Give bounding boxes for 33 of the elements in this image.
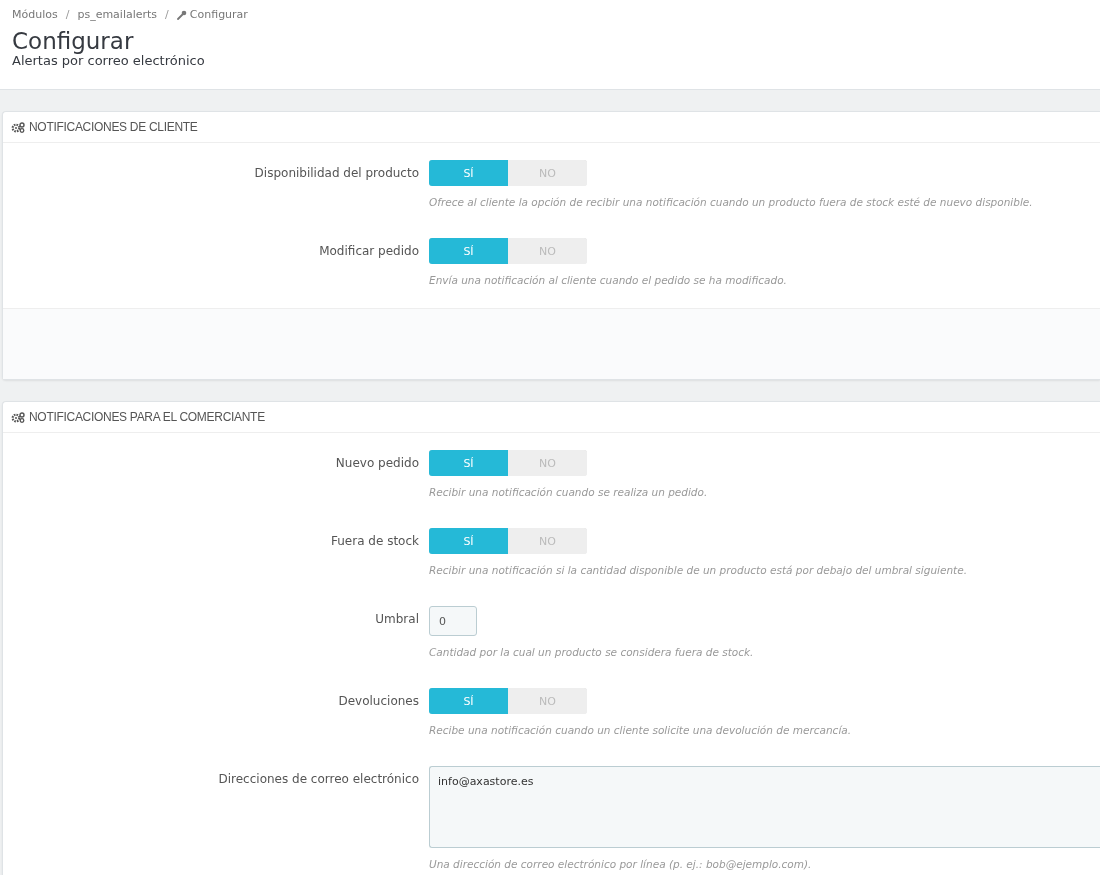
help-text: Una dirección de correo electrónico por línea (p. ej.: bob@ejemplo.com). <box>429 858 812 871</box>
breadcrumb-link[interactable]: Configurar <box>176 8 248 21</box>
breadcrumb-link[interactable]: ps_emailalerts <box>77 8 158 21</box>
breadcrumb-separator: / <box>65 8 70 21</box>
breadcrumb-separator: / <box>165 8 169 21</box>
page-title: Configurar <box>12 29 134 54</box>
help-text: Ofrece al cliente la opción de recibir una notificación cuando un producto fuera de stock esté de nuevo disponible. <box>429 196 1033 209</box>
help-text: Envía una notificación al cliente cuando el pedido se ha modificado. <box>429 274 787 287</box>
wrench-icon <box>176 9 187 20</box>
switch-option[interactable]: SÍ <box>429 160 508 187</box>
field-label: Nuevo pedido <box>334 455 419 471</box>
panel-title: NOTIFICACIONES PARA EL COMERCIANTE <box>29 410 265 425</box>
page-subtitle: Alertas por correo electrónico <box>12 53 206 69</box>
help-text: Recibe una notificación cuando un cliente solicite una devolución de mercancía. <box>429 724 852 737</box>
cogs-icon <box>11 411 25 423</box>
field-label: Fuera de stock <box>330 533 419 549</box>
field-label: Umbral <box>374 611 419 627</box>
breadcrumb-link[interactable]: Módulos <box>12 8 58 21</box>
panel-title: NOTIFICACIONES DE CLIENTE <box>29 120 198 135</box>
help-text: Recibir una notificación si la cantidad disponible de un producto está por debajo del umbral siguiente. <box>429 564 968 577</box>
field-label: Disponibilidad del producto <box>253 165 419 181</box>
field-label: Modificar pedido <box>318 243 419 259</box>
cogs-icon <box>11 121 25 133</box>
switch-option[interactable]: SÍ <box>429 528 508 555</box>
switch-option[interactable]: SÍ <box>429 450 508 477</box>
switch-option[interactable]: SÍ <box>429 238 508 265</box>
field-label: Devoluciones <box>337 693 419 709</box>
threshold-input[interactable]: 0 <box>429 606 477 637</box>
help-text: Recibir una notificación cuando se realiza un pedido. <box>429 486 708 499</box>
help-text: Cantidad por la cual un producto se considera fuera de stock. <box>429 646 754 659</box>
field-label: Direcciones de correo electrónico <box>217 771 419 787</box>
email-textarea[interactable]: info@axastore.es <box>429 766 1100 849</box>
switch-option[interactable]: SÍ <box>429 688 508 715</box>
